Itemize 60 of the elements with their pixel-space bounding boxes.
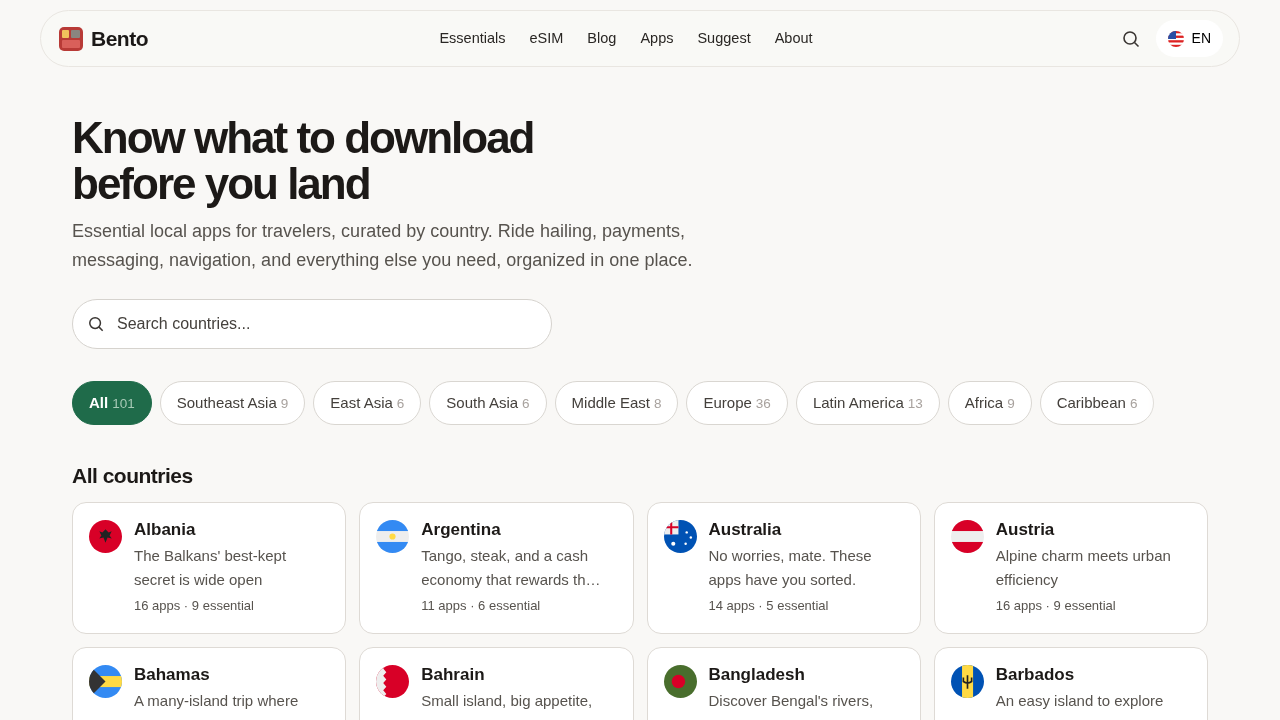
flag-icon: [1167, 30, 1184, 47]
section-title: All countries: [72, 463, 194, 489]
flag-icon: [950, 665, 984, 699]
nav-link[interactable]: Blog: [587, 27, 617, 50]
app-count: 11 apps · 6 essential: [421, 597, 542, 616]
region-filter[interactable]: South Asia 6: [429, 381, 547, 425]
language-button[interactable]: EN: [1155, 20, 1223, 57]
region-filter[interactable]: All 101: [72, 381, 152, 425]
region-filter[interactable]: Middle East 8: [554, 381, 679, 425]
flag-icon: [376, 520, 410, 554]
country-card[interactable]: Austria Alpine charm meets urban efficiency 16 apps · 9 essential: [933, 502, 1208, 635]
country-description: Small island, big appetite,: [421, 691, 593, 712]
country-name: Australia: [708, 520, 783, 541]
country-description: A many-island trip where: [134, 691, 299, 712]
brand-name[interactable]: Bento: [91, 22, 148, 55]
region-filter[interactable]: Europe 36: [686, 381, 788, 425]
region-filter[interactable]: Caribbean 6: [1039, 381, 1155, 425]
region-filter[interactable]: Latin America 13: [795, 381, 940, 425]
country-card[interactable]: Bahrain Small island, big appetite,: [359, 647, 634, 720]
country-name: Albania: [134, 520, 197, 541]
country-card[interactable]: Barbados An easy island to explore: [933, 647, 1208, 720]
country-card[interactable]: Albania The Balkans' best-kept secret is wide open 16 apps · 9 essential: [72, 502, 347, 635]
country-card[interactable]: Argentina Tango, steak, and a cash economy that rewards th… 11 apps · 6 essential: [359, 502, 634, 635]
country-description: Alpine charm meets urban efficiency: [995, 546, 1172, 591]
flag-icon: [663, 520, 697, 554]
country-description: The Balkans' best-kept secret is wide open: [134, 546, 288, 591]
country-card[interactable]: Bahamas A many-island trip where: [72, 647, 347, 720]
search-field[interactable]: Search countries...: [72, 299, 552, 349]
region-filter[interactable]: Africa 9: [947, 381, 1032, 425]
country-name: Bahrain: [421, 665, 486, 686]
country-description: An easy island to explore: [995, 691, 1164, 712]
hero-title: Know what to download before you land: [72, 115, 535, 207]
country-description: No worries, mate. These apps have you sorted.: [708, 546, 873, 591]
app-count: 16 apps · 9 essential: [995, 597, 1117, 616]
search-icon[interactable]: [1121, 29, 1140, 48]
country-name: Austria: [995, 520, 1056, 541]
hero-subtitle: Essential local apps for travelers, curated by country. Ride hailing, payments, messaging, navigation, and everything else you need, organized in one place.: [72, 220, 694, 272]
flag-icon: [89, 520, 122, 554]
nav-link[interactable]: Suggest: [697, 27, 751, 50]
country-description: Discover Bengal's rivers,: [708, 691, 874, 712]
country-description: Tango, steak, and a cash economy that rewards th…: [421, 546, 602, 591]
app-count: 16 apps · 9 essential: [134, 597, 255, 616]
country-name: Barbados: [995, 665, 1076, 686]
flag-icon: [663, 665, 697, 699]
country-name: Bahamas: [134, 665, 211, 686]
country-card[interactable]: Bangladesh Discover Bengal's rivers,: [646, 647, 921, 720]
nav-link[interactable]: About: [774, 27, 813, 50]
region-filter[interactable]: East Asia 6: [313, 381, 422, 425]
country-name: Bangladesh: [708, 665, 806, 686]
region-filter[interactable]: Southeast Asia 9: [159, 381, 306, 425]
app-count: 14 apps · 5 essential: [708, 597, 830, 616]
logo-icon: [59, 26, 83, 51]
flag-icon: [950, 520, 984, 554]
nav-link[interactable]: Essentials: [439, 27, 506, 50]
country-name: Argentina: [421, 520, 502, 541]
flag-icon: [376, 665, 410, 699]
flag-icon: [89, 665, 122, 699]
nav-link[interactable]: eSIM: [529, 27, 564, 50]
country-card[interactable]: Australia No worries, mate. These apps have you sorted. 14 apps · 5 essential: [646, 502, 921, 635]
nav-link[interactable]: Apps: [640, 27, 674, 50]
